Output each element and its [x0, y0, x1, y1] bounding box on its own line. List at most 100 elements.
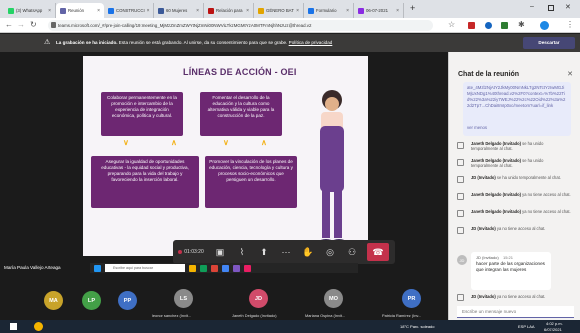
app-icon [200, 264, 207, 272]
participant-avatar[interactable]: LS [174, 289, 193, 308]
camera-button[interactable]: ▣ [209, 240, 231, 264]
chrome-taskbar-icon[interactable] [34, 322, 43, 331]
see-less-link[interactable]: ver menos [467, 125, 567, 131]
chat-link-message[interactable]: ate_4Mzl2NjAtY2JkMy00NmNkLTg2NTctYzIwMGJ… [463, 82, 571, 136]
tab-fecha[interactable]: 06-07-2021 × [354, 3, 404, 18]
share-button[interactable]: ⬆ [253, 240, 275, 264]
shared-search: Escribe aquí para buscar [105, 264, 185, 272]
message-text: hacer parte de las organizaciones que in… [476, 261, 545, 272]
clock-date[interactable]: 6/07/2021 [544, 327, 562, 332]
close-icon[interactable]: × [246, 8, 249, 14]
chat-panel: Chat de la reunión ✕ ate_4Mzl2NjAtY2JkMy… [448, 52, 580, 320]
close-icon[interactable]: × [147, 8, 150, 14]
app-icon [233, 264, 240, 272]
warning-icon: ⚠ [44, 39, 51, 46]
record-dot-icon [178, 250, 183, 254]
close-icon[interactable]: × [296, 8, 299, 14]
language-indicator[interactable]: ESP LAA [518, 324, 535, 329]
chat-system-message: Janeth Delgado (Invitado) ya no tiene ac… [471, 192, 571, 197]
participant-avatar[interactable]: JD [249, 289, 268, 308]
shared-slide: LÍNEAS DE ACCIÓN - OEI Colaborar permane… [83, 56, 368, 256]
tab-genero[interactable]: GÉNERO BAT × [254, 3, 304, 18]
illustration-woman [319, 90, 346, 245]
minimize-button[interactable]: ‒ [530, 3, 534, 10]
participant-avatar[interactable]: MA [44, 291, 63, 310]
meeting-controls: 01:03:20 ▣ ⌇ ⬆ ⋯ ✋ ◎ ⚇ ☎ [173, 240, 395, 264]
participants-button[interactable]: ⚇ [341, 240, 363, 264]
participant-avatar[interactable]: MO [324, 289, 343, 308]
chat-button[interactable]: ◎ [319, 240, 341, 264]
participant-avatar[interactable]: LP [82, 291, 101, 310]
menu-icon[interactable]: ⋮ [566, 20, 574, 29]
participant-avatar[interactable]: PP [118, 291, 137, 310]
slide-card: Colaborar permanentemente en la promoció… [101, 92, 183, 136]
tab-construccion[interactable]: CONSTRUCCI × [104, 3, 154, 18]
presenter-name: María Paula Vallejo Arteaga [4, 265, 61, 270]
chat-message[interactable]: JD (Invitado) 15:21 hacer parte de las o… [471, 252, 551, 290]
window-close-button[interactable]: ✕ [565, 3, 571, 11]
maximize-button[interactable] [548, 5, 554, 11]
extension-icon[interactable] [468, 22, 475, 29]
arrow-down-icon: ∨ [223, 138, 229, 147]
participant-avatar[interactable]: PR [402, 289, 421, 308]
tab-relacion[interactable]: Relación para × [204, 3, 254, 18]
chat-system-message: Janeth Delgado (Invitado) se ha unido te… [471, 141, 544, 152]
more-icon: ⋯ [281, 246, 291, 257]
back-icon[interactable]: ← [5, 20, 13, 29]
close-icon[interactable]: × [196, 8, 199, 14]
chat-link[interactable]: ate_4Mzl2NjAtY2JkMy00NmNkLTg2NTctYzIwMGJ… [467, 85, 567, 125]
cloud-icon [108, 7, 114, 14]
participant-name: Janeth Delgado (Invitado) [232, 313, 277, 318]
app-icon [211, 264, 218, 272]
close-icon[interactable]: × [48, 8, 51, 14]
meeting-stage: LÍNEAS DE ACCIÓN - OEI Colaborar permane… [0, 52, 448, 320]
slide-card: Fomentar el desarrollo de la educación y… [200, 92, 282, 136]
camera-off-icon: ▣ [215, 246, 225, 257]
puzzle-icon[interactable]: ✱ [518, 20, 525, 29]
notice-title: La grabación se ha iniciado. [56, 40, 118, 45]
tab-reunion[interactable]: Reunión × [56, 3, 104, 18]
tab-whatsapp[interactable]: (3) WhatsApp × [4, 3, 56, 18]
lock-icon [51, 22, 56, 28]
clock-time[interactable]: 4:02 p.m. [546, 321, 563, 326]
raise-hand-button[interactable]: ✋ [297, 240, 319, 264]
close-icon[interactable]: × [396, 8, 399, 14]
close-icon[interactable]: ✕ [567, 70, 573, 78]
app-icon [222, 264, 229, 272]
dismiss-button[interactable]: Descartar [523, 37, 575, 49]
close-icon[interactable]: × [97, 8, 100, 14]
profile-avatar[interactable] [540, 21, 549, 30]
hang-up-button[interactable]: ☎ [367, 243, 389, 261]
browser-tab-bar: (3) WhatsApp × Reunión × CONSTRUCCI × 60 Mu… [0, 0, 580, 18]
chat-system-message: JD (Invitado) ya no tiene acceso al chat… [471, 226, 546, 231]
message-compose-input[interactable]: Escribe un mensaje nuevo [457, 306, 574, 318]
participant-name: leonor sanchez (Invit... [152, 313, 192, 318]
address-bar-row: ← → ↻ teams.microsoft.com/_#/pre-join-ca… [0, 18, 580, 33]
more-button[interactable]: ⋯ [275, 240, 297, 264]
privacy-link[interactable]: Política de privacidad [289, 40, 333, 45]
weather-status[interactable]: 18°C Parc. soleado [400, 324, 435, 329]
app-icon [244, 264, 251, 272]
arrow-up-icon: ∧ [261, 138, 267, 147]
star-icon[interactable]: ☆ [448, 20, 455, 29]
page-icon [158, 7, 164, 14]
forward-icon[interactable]: → [17, 20, 25, 29]
recording-notice-bar: ⚠ La grabación se ha iniciado. Esta reun… [0, 34, 580, 52]
chat-system-message: Janeth Delgado (Invitado) se ha unido te… [471, 158, 544, 169]
slide-title: LÍNEAS DE ACCIÓN - OEI [183, 67, 297, 77]
chat-system-message: Janeth Delgado (Invitado) ya no tiene ac… [471, 209, 571, 214]
extension-icon[interactable] [501, 22, 508, 29]
new-tab-button[interactable]: + [410, 3, 415, 13]
slide-card: Promover la vinculación de los planes de… [205, 156, 297, 208]
app-icon [189, 264, 196, 272]
reload-icon[interactable]: ↻ [30, 20, 37, 29]
extension-icon[interactable] [485, 22, 492, 29]
tab-mujeres[interactable]: 60 Mujeres × [154, 3, 204, 18]
url-input[interactable]: teams.microsoft.com/_#/pre-join-calling/… [48, 20, 433, 31]
close-icon[interactable]: × [346, 8, 349, 14]
share-screen-icon: ⬆ [260, 246, 268, 257]
microphone-button[interactable]: ⌇ [231, 240, 253, 264]
windows-start-icon[interactable] [10, 323, 17, 330]
tab-formulario[interactable]: Formulario × [304, 3, 354, 18]
mic-off-icon: ⌇ [239, 246, 245, 257]
